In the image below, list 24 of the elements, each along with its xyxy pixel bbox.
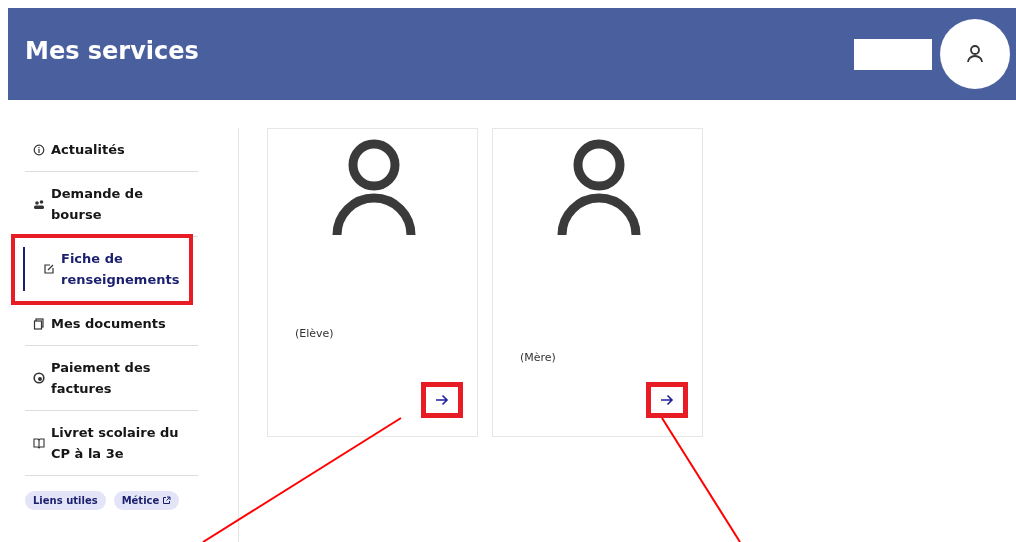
- page-title: Mes services: [25, 37, 199, 65]
- link-tag[interactable]: Métice: [113, 491, 180, 510]
- person-icon: [557, 139, 641, 235]
- person-icon: [332, 139, 416, 235]
- edit-icon: [43, 263, 55, 275]
- user-icon: [966, 44, 984, 64]
- sidebar-item[interactable]: Demande de bourse: [25, 172, 198, 237]
- people-icon: [33, 198, 45, 210]
- role-label: (Elève): [295, 327, 334, 340]
- book-icon: [33, 437, 45, 449]
- sidebar-item[interactable]: Actualités: [25, 128, 198, 172]
- arrow-right-icon: [660, 394, 674, 406]
- sidebar-item[interactable]: Paiement des factures: [25, 346, 198, 411]
- sidebar-item[interactable]: Livret scolaire du CP à la 3e: [25, 411, 198, 476]
- coin-icon: [33, 372, 45, 384]
- sidebar-item[interactable]: Mes documents: [25, 302, 198, 346]
- open-button[interactable]: [421, 382, 463, 418]
- link-tag[interactable]: Liens utiles: [25, 491, 106, 510]
- arrow-right-icon: [435, 394, 449, 406]
- open-button[interactable]: [646, 382, 688, 418]
- sidebar-item[interactable]: Fiche de renseignements: [14, 237, 190, 302]
- documents-icon: [33, 317, 45, 330]
- role-label: (Mère): [520, 351, 556, 364]
- info-icon: [33, 143, 45, 156]
